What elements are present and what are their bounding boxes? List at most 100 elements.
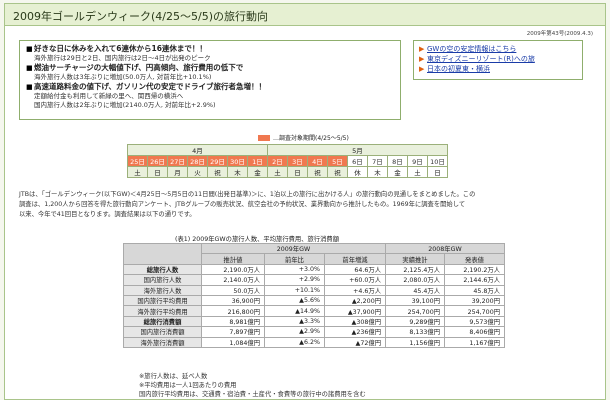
table-cell: 45.4万人 — [385, 284, 445, 296]
table-row: 国内旅行平均費用 36,900円 ▲5.6% ▲2,200円 39,100円 39,200… — [123, 294, 505, 307]
table-row: 総旅行消費額 8,981億円 ▲3.3% ▲308億円 9,289億円 9,573億円 — [123, 315, 505, 328]
calendar-date-cell: 28日 — [187, 155, 208, 167]
table-cell: +2.9% — [264, 274, 325, 286]
table-cell: 7,897億円 — [201, 326, 265, 338]
calendar-weekday-cell: 月 — [167, 166, 188, 178]
bullet-icon: ■ — [26, 64, 33, 72]
corner-cell — [123, 243, 202, 265]
highlights-box: ■ 好きな日に休みを入れて6連休から16連休まで！！ 海外旅行は29日と2日、国… — [19, 40, 401, 120]
calendar-date-cell: 9日 — [407, 155, 428, 167]
column-header: 前年比 — [264, 253, 325, 265]
group-header-2008: 2008年GW — [385, 242, 505, 255]
table-cell: 8,406億円 — [444, 326, 505, 338]
table-cell: ▲3.3% — [264, 315, 325, 328]
table-cell: 2,080.0万人 — [385, 274, 445, 286]
calendar-date-cell: 27日 — [167, 155, 188, 167]
row-label: 国内旅行人数 — [123, 274, 202, 286]
calendar-weekday-cell: 金 — [247, 166, 268, 178]
bullet-icon: ■ — [26, 83, 33, 91]
month-may: 5月 — [267, 144, 448, 156]
calendar-weekday-cell: 祝 — [327, 166, 348, 178]
related-links: ▶ GWの空の安定情報はこちら ▶ 東京ディズニーリゾート(R)への旅 ▶ 日本… — [413, 40, 583, 80]
highlight-item: ■ 燃油サーチャージの大幅値下げ、円高傾向、旅行費用の低下で 海外旅行人数は3年… — [26, 63, 394, 82]
related-link-item: ▶ 日本の初夏東・横浜 — [419, 64, 577, 74]
table-cell: 50.0万人 — [201, 284, 265, 296]
page-title: 2009年ゴールデンウィーク(4/25〜5/5)の旅行動向 — [13, 10, 268, 23]
table-cell: 1,156億円 — [385, 336, 445, 348]
related-link[interactable]: 東京ディズニーリゾート(R)への旅 — [427, 54, 535, 64]
arrow-right-icon: ▶ — [419, 45, 425, 53]
table-cell: 45.8万人 — [444, 284, 505, 296]
column-header: 実績推計 — [385, 253, 445, 265]
row-label: 総旅行人数 — [123, 263, 202, 276]
calendar-weekday-cell: 土 — [127, 166, 148, 178]
calendar-date-cell: 30日 — [227, 155, 248, 167]
calendar-weekday-cell: 日 — [147, 166, 168, 178]
arrow-right-icon: ▶ — [419, 65, 425, 73]
row-label: 海外旅行消費額 — [123, 336, 202, 348]
table-cell: +3.0% — [264, 263, 325, 276]
table-cell: ▲2.9% — [264, 326, 325, 338]
table-cell: ▲14.9% — [264, 305, 325, 317]
row-label: 国内旅行消費額 — [123, 326, 202, 338]
table-cell: ▲72億円 — [324, 336, 386, 348]
calendar-weekday-cell: 木 — [227, 166, 248, 178]
table-cell: ▲308億円 — [324, 315, 386, 328]
calendar-weekday-cell: 日 — [287, 166, 308, 178]
row-label: 国内旅行平均費用 — [123, 294, 202, 307]
calendar-date-cell: 10日 — [427, 155, 448, 167]
highlight-sub: 国内旅行人数は2年ぶりに増加(2140.0万人, 対前年比+2.9%) — [34, 101, 216, 109]
highlight-sub: 定額給付金も利用して新緑の里へ、関西帰の横浜へ — [34, 92, 184, 100]
row-label: 総旅行消費額 — [123, 315, 202, 328]
table-cell: ▲5.6% — [264, 294, 325, 307]
table-cell: 254,700円 — [385, 305, 445, 317]
calendar-date-cell: 6日 — [347, 155, 368, 167]
calendar-weekday-cell: 祝 — [207, 166, 228, 178]
table-cell: 1,084億円 — [201, 336, 265, 348]
calendar-weekday-cell: 祝 — [307, 166, 328, 178]
intro-text: JTBは、「ゴールデンウィーク(以下GW)＜4月25日〜5月5日の11日間(出発… — [19, 190, 599, 220]
calendar-weekday-cell: 金 — [387, 166, 408, 178]
calendar-weekday-cell: 日 — [427, 166, 448, 178]
arrow-right-icon: ▶ — [419, 55, 425, 63]
title-bar: 2009年ゴールデンウィーク(4/25〜5/5)の旅行動向 — [5, 4, 605, 26]
related-link-item: ▶ 東京ディズニーリゾート(R)への旅 — [419, 54, 577, 64]
table-cell: 2,140.0万人 — [201, 274, 265, 286]
table-cell: 9,573億円 — [444, 315, 505, 328]
related-link[interactable]: GWの空の安定情報はこちら — [427, 44, 516, 54]
table-cell: ▲37,900円 — [324, 305, 386, 317]
related-link[interactable]: 日本の初夏東・横浜 — [427, 64, 490, 74]
highlight-sub: 海外旅行人数は3年ぶりに増加(50.0万人, 対前年比+10.1%) — [34, 73, 212, 81]
column-header: 発表値 — [444, 253, 505, 265]
calendar-weekday-cell: 木 — [367, 166, 388, 178]
legend-swatch — [258, 134, 270, 141]
calendar-weekday-cell: 火 — [187, 166, 208, 178]
table-cell: 216,800円 — [201, 305, 265, 317]
row-label: 海外旅行人数 — [123, 284, 202, 296]
table-cell: 64.6万人 — [324, 263, 386, 276]
table-cell: 9,289億円 — [385, 315, 445, 328]
table-cell: +60.0万人 — [324, 274, 386, 286]
calendar-weekday-cell: 休 — [347, 166, 368, 178]
note-line: ※平均費用は一人1回あたりの費用 — [139, 382, 237, 389]
gw-calendar: 4月 5月 25日 26日 27日 28日 29日 30日 1日 2日 3日 4日 5日 6日 7日 8日… — [127, 144, 448, 178]
calendar-weekday-cell: 土 — [267, 166, 288, 178]
table-cell: 36,900円 — [201, 294, 265, 307]
intro-line: 調査は、1,200人から回答を得た旅行動向アンケート、JTBグループの販売状況、… — [19, 201, 466, 208]
table-cell: 39,100円 — [385, 294, 445, 307]
month-april: 4月 — [127, 144, 268, 156]
table-cell: 1,167億円 — [444, 336, 505, 348]
column-header: 前年増減 — [324, 253, 386, 265]
table-cell: 254,700円 — [444, 305, 505, 317]
calendar-date-cell: 7日 — [367, 155, 388, 167]
highlight-head: 燃油サーチャージの大幅値下げ、円高傾向、旅行費用の低下で — [34, 63, 244, 72]
stats-table: 2009年GW 2008年GW 推計値 前年比 前年増減 実績推計 発表値 総旅… — [123, 242, 505, 348]
highlight-head: 好きな日に休みを入れて6連休から16連休まで！！ — [34, 44, 207, 53]
table-cell: +4.6万人 — [324, 284, 386, 296]
calendar-date-cell: 29日 — [207, 155, 228, 167]
note-line: 国内旅行平均費用は、交通費・宿泊費・土産代・食費等の旅行中の諸費用を含む — [139, 391, 366, 398]
calendar-date-cell: 3日 — [287, 155, 308, 167]
table-row: 総旅行人数 2,190.0万人 +3.0% 64.6万人 2,125.4万人 2,190.… — [123, 263, 505, 276]
bullet-icon: ■ — [26, 45, 33, 53]
highlight-sub: 海外旅行は29日と2日、国内旅行は2日〜4日が出発のピーク — [34, 54, 211, 62]
